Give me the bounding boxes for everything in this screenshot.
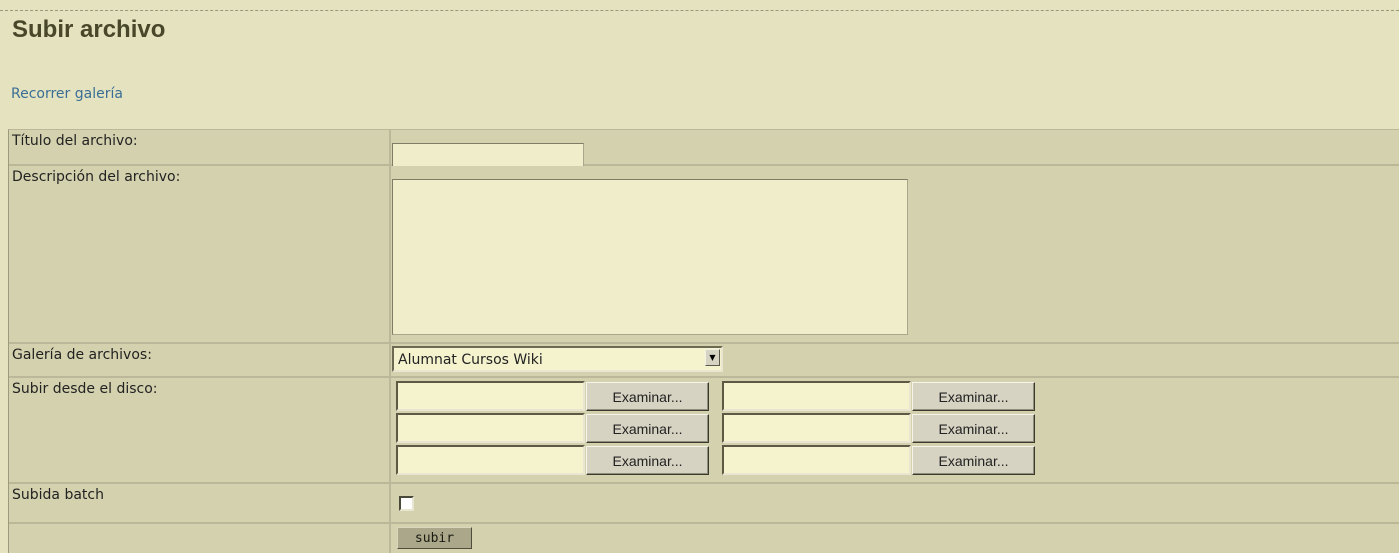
browse-button-1[interactable]: Examinar... bbox=[586, 382, 709, 411]
page-title: Subir archivo bbox=[12, 16, 166, 43]
description-label: Descripción del archivo: bbox=[12, 169, 181, 185]
file-input-4[interactable] bbox=[722, 413, 911, 443]
disk-upload-row: Subir desde el disco: Examinar... Examin… bbox=[9, 378, 1399, 482]
browse-button-2[interactable]: Examinar... bbox=[912, 382, 1035, 411]
batch-checkbox[interactable] bbox=[399, 496, 414, 511]
browse-button-5[interactable]: Examinar... bbox=[586, 446, 709, 475]
browse-button-4[interactable]: Examinar... bbox=[912, 414, 1035, 443]
gallery-row: Galería de archivos: Alumnat Cursos Wiki… bbox=[9, 344, 1399, 376]
batch-label: Subida batch bbox=[12, 487, 104, 503]
disk-label: Subir desde el disco: bbox=[12, 381, 158, 397]
file-input-6[interactable] bbox=[722, 445, 911, 475]
gallery-select-value: Alumnat Cursos Wiki bbox=[398, 352, 543, 368]
browse-button-3[interactable]: Examinar... bbox=[586, 414, 709, 443]
description-row: Descripción del archivo: bbox=[9, 166, 1399, 342]
title-label: Título del archivo: bbox=[12, 133, 138, 149]
file-input-1[interactable] bbox=[396, 381, 585, 411]
gallery-select[interactable]: Alumnat Cursos Wiki ▼ bbox=[392, 346, 723, 372]
submit-button[interactable]: subir bbox=[397, 527, 472, 549]
top-divider bbox=[0, 10, 1399, 11]
batch-row: Subida batch bbox=[9, 484, 1399, 522]
gallery-link[interactable]: Recorrer galería bbox=[11, 86, 123, 102]
upload-form: Título del archivo: Descripción del arch… bbox=[8, 129, 1399, 553]
submit-row: subir bbox=[9, 524, 1399, 553]
file-input-3[interactable] bbox=[396, 413, 585, 443]
browse-button-6[interactable]: Examinar... bbox=[912, 446, 1035, 475]
file-input-2[interactable] bbox=[722, 381, 911, 411]
gallery-label: Galería de archivos: bbox=[12, 347, 152, 363]
file-input-5[interactable] bbox=[396, 445, 585, 475]
chevron-down-icon[interactable]: ▼ bbox=[705, 349, 720, 366]
title-row: Título del archivo: bbox=[9, 130, 1399, 169]
description-textarea[interactable] bbox=[392, 179, 908, 335]
